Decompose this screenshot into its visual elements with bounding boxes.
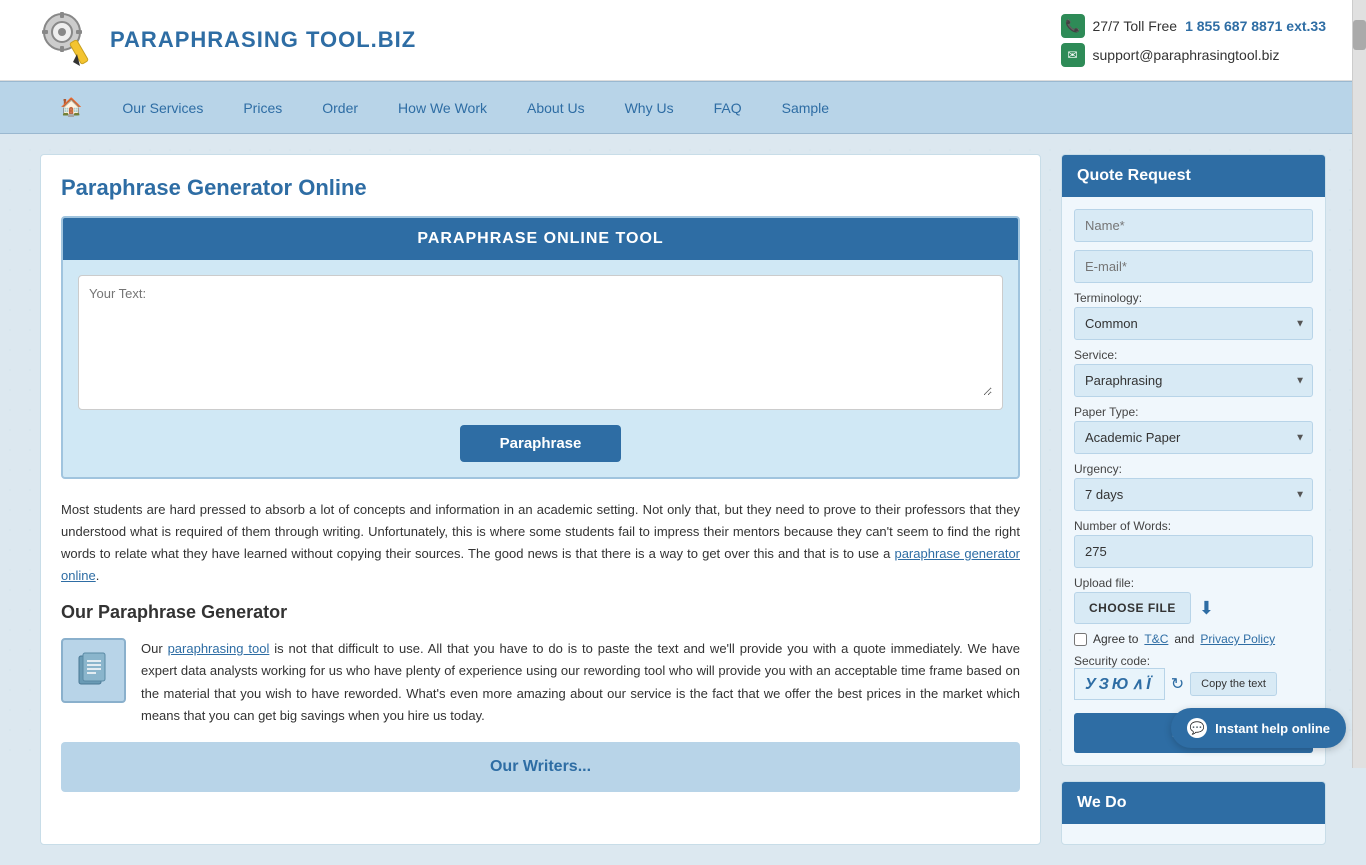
- service-select-wrapper: Paraphrasing Editing Proofreading: [1074, 364, 1313, 397]
- upload-label: Upload file:: [1074, 576, 1313, 590]
- paraphrasing-tool-link[interactable]: paraphrasing tool: [168, 641, 270, 656]
- tool-header: PARAPHRASE ONLINE TOOL: [63, 218, 1018, 260]
- agree-text: Agree to: [1093, 632, 1138, 646]
- phone-number: 1 855 687 8871 ext.33: [1185, 18, 1326, 34]
- documents-icon: [74, 651, 114, 691]
- we-do-box: We Do: [1061, 781, 1326, 845]
- paper-type-select-wrapper: Academic Paper Essay Research Paper Arti…: [1074, 421, 1313, 454]
- text-input[interactable]: [89, 286, 992, 396]
- nav-item-about-us[interactable]: About Us: [507, 85, 605, 131]
- words-label: Number of Words:: [1074, 519, 1313, 533]
- scrollbar-thumb[interactable]: [1353, 20, 1366, 50]
- bottom-image-strip: Our Writers...: [61, 742, 1020, 792]
- paraphrase-generator-link[interactable]: paraphrase generator online: [61, 546, 1020, 583]
- quote-header: Quote Request: [1062, 155, 1325, 197]
- instant-help-button[interactable]: Instant help online: [1171, 708, 1346, 748]
- security-field: Security code: УЗЮ∧Ї ↻ Copy the text: [1074, 654, 1313, 700]
- header: PARAPHRASING TOOL.BIZ 📞 27/7 Toll Free 1…: [0, 0, 1366, 81]
- nav-item-prices[interactable]: Prices: [223, 85, 302, 131]
- terminology-label: Terminology:: [1074, 291, 1313, 305]
- words-input[interactable]: [1074, 535, 1313, 568]
- email-line: ✉ support@paraphrasingtool.biz: [1061, 43, 1280, 67]
- main-content: Paraphrase Generator Online PARAPHRASE O…: [0, 134, 1366, 865]
- security-code-area: УЗЮ∧Ї ↻ Copy the text: [1074, 668, 1313, 700]
- upload-area: CHOOSE FILE ⬇: [1074, 592, 1313, 624]
- contact-area: 📞 27/7 Toll Free 1 855 687 8871 ext.33 ✉…: [1061, 14, 1326, 67]
- nav-home-icon[interactable]: 🏠: [40, 82, 102, 133]
- service-field: Service: Paraphrasing Editing Proofreadi…: [1074, 348, 1313, 397]
- nav-item-why-us[interactable]: Why Us: [605, 85, 694, 131]
- instant-help-label: Instant help online: [1215, 721, 1330, 736]
- paper-type-field: Paper Type: Academic Paper Essay Researc…: [1074, 405, 1313, 454]
- choose-file-button[interactable]: CHOOSE FILE: [1074, 592, 1191, 624]
- paraphrase-gen-text: Our paraphrasing tool is not that diffic…: [141, 638, 1020, 726]
- page-title: Paraphrase Generator Online: [61, 175, 1020, 201]
- upload-icon: ⬇: [1199, 598, 1214, 619]
- urgency-select-wrapper: 7 days 5 days 3 days 24 hours 12 hours: [1074, 478, 1313, 511]
- email-address: support@paraphrasingtool.biz: [1093, 47, 1280, 63]
- terminology-field: Terminology: Common Medical Legal Techni…: [1074, 291, 1313, 340]
- chat-icon: [1187, 718, 1207, 738]
- agree-checkbox[interactable]: [1074, 633, 1087, 646]
- upload-field: Upload file: CHOOSE FILE ⬇: [1074, 576, 1313, 624]
- service-select[interactable]: Paraphrasing Editing Proofreading: [1074, 364, 1313, 397]
- copy-text-button[interactable]: Copy the text: [1190, 672, 1277, 696]
- email-icon: ✉: [1061, 43, 1085, 67]
- scrollbar[interactable]: [1352, 0, 1366, 768]
- paraphrase-button[interactable]: Paraphrase: [460, 425, 622, 462]
- email-input[interactable]: [1074, 250, 1313, 283]
- paraphrase-gen-section: Our paraphrasing tool is not that diffic…: [61, 638, 1020, 726]
- article-paragraph-1: Most students are hard pressed to absorb…: [61, 499, 1020, 587]
- we-do-body: [1062, 824, 1325, 844]
- security-label: Security code:: [1074, 654, 1313, 668]
- navigation: 🏠 Our Services Prices Order How We Work …: [0, 81, 1366, 134]
- quote-request-box: Quote Request Terminology: Common Medica…: [1061, 154, 1326, 766]
- nav-item-faq[interactable]: FAQ: [694, 85, 762, 131]
- paraphrase-generator-icon: [61, 638, 126, 703]
- urgency-label: Urgency:: [1074, 462, 1313, 476]
- logo-text: PARAPHRASING TOOL.BIZ: [110, 27, 416, 53]
- left-content: Paraphrase Generator Online PARAPHRASE O…: [40, 154, 1041, 845]
- paraphrase-tool-box: PARAPHRASE ONLINE TOOL Paraphrase: [61, 216, 1020, 479]
- nav-item-our-services[interactable]: Our Services: [102, 85, 223, 131]
- and-text: and: [1174, 632, 1194, 646]
- phone-label: 27/7 Toll Free: [1093, 18, 1178, 34]
- paper-type-label: Paper Type:: [1074, 405, 1313, 419]
- refresh-icon[interactable]: ↻: [1171, 674, 1184, 694]
- service-label: Service:: [1074, 348, 1313, 362]
- tool-body: Paraphrase: [63, 260, 1018, 477]
- logo-icon: [40, 10, 100, 70]
- nav-item-how-we-work[interactable]: How We Work: [378, 85, 507, 131]
- logo-area: PARAPHRASING TOOL.BIZ: [40, 10, 416, 70]
- phone-icon: 📞: [1061, 14, 1085, 38]
- nav-item-order[interactable]: Order: [302, 85, 378, 131]
- terminology-select-wrapper: Common Medical Legal Technical: [1074, 307, 1313, 340]
- words-field: Number of Words:: [1074, 519, 1313, 568]
- agree-area: Agree to T&C and Privacy Policy: [1074, 632, 1313, 646]
- nav-item-sample[interactable]: Sample: [762, 85, 849, 131]
- captcha-image: УЗЮ∧Ї: [1074, 668, 1165, 700]
- privacy-policy-link[interactable]: Privacy Policy: [1200, 632, 1275, 646]
- phone-line: 📞 27/7 Toll Free 1 855 687 8871 ext.33: [1061, 14, 1326, 38]
- paper-type-select[interactable]: Academic Paper Essay Research Paper Arti…: [1074, 421, 1313, 454]
- name-input[interactable]: [1074, 209, 1313, 242]
- urgency-select[interactable]: 7 days 5 days 3 days 24 hours 12 hours: [1074, 478, 1313, 511]
- tc-link[interactable]: T&C: [1144, 632, 1168, 646]
- quote-body: Terminology: Common Medical Legal Techni…: [1062, 197, 1325, 765]
- we-do-header: We Do: [1062, 782, 1325, 824]
- textarea-wrapper: [78, 275, 1003, 410]
- section-title-our-paraphrase: Our Paraphrase Generator: [61, 602, 1020, 623]
- terminology-select[interactable]: Common Medical Legal Technical: [1074, 307, 1313, 340]
- urgency-field: Urgency: 7 days 5 days 3 days 24 hours 1…: [1074, 462, 1313, 511]
